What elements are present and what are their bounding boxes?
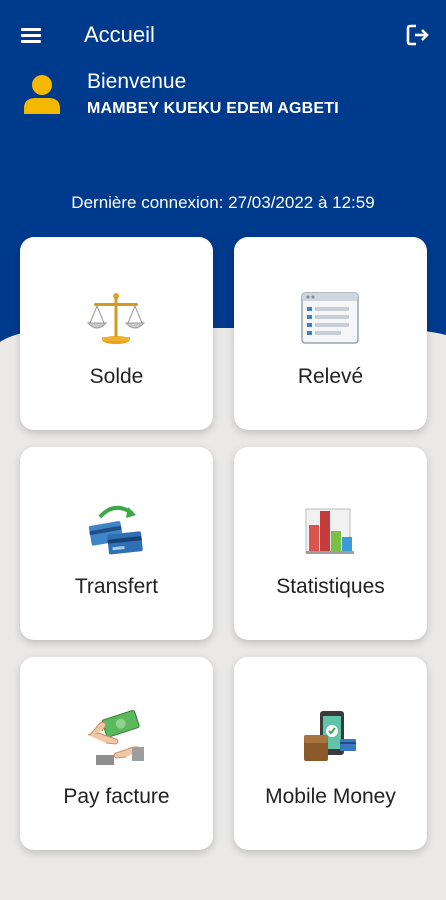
tile-label: Relevé <box>297 365 364 388</box>
mobile-wallet-icon <box>304 711 356 761</box>
tile-label: Transfert <box>74 575 159 598</box>
tile-solde[interactable]: Solde <box>20 237 213 430</box>
user-avatar-icon <box>24 75 60 114</box>
transfer-cards-icon <box>88 505 143 555</box>
statement-list-icon <box>301 292 359 344</box>
balance-scale-icon <box>86 293 146 344</box>
tile-transfert[interactable]: Transfert <box>20 447 213 640</box>
user-name: MAMBEY KUEKU EDEM AGBETI <box>87 100 339 117</box>
user-info: Bienvenue MAMBEY KUEKU EDEM AGBETI <box>20 68 440 128</box>
page-title: Accueil <box>84 22 155 47</box>
tile-releve[interactable]: Relevé <box>234 237 427 430</box>
welcome-text: Bienvenue <box>87 70 187 93</box>
hamburger-menu-icon[interactable] <box>18 22 48 48</box>
pay-bill-hand-icon <box>87 709 145 765</box>
tile-mobile-money[interactable]: Mobile Money <box>234 657 427 850</box>
bar-chart-icon <box>305 508 354 554</box>
tile-label: Mobile Money <box>265 785 396 808</box>
tile-pay-facture[interactable]: Pay facture <box>20 657 213 850</box>
tile-label: Statistiques <box>276 575 385 598</box>
last-login-text: Dernière connexion: 27/03/2022 à 12:59 <box>71 193 375 212</box>
logout-icon[interactable] <box>402 20 432 50</box>
top-app-bar: Accueil <box>0 0 446 70</box>
tile-statistiques[interactable]: Statistiques <box>234 447 427 640</box>
tile-label: Solde <box>89 365 144 388</box>
tile-label: Pay facture <box>63 785 170 808</box>
